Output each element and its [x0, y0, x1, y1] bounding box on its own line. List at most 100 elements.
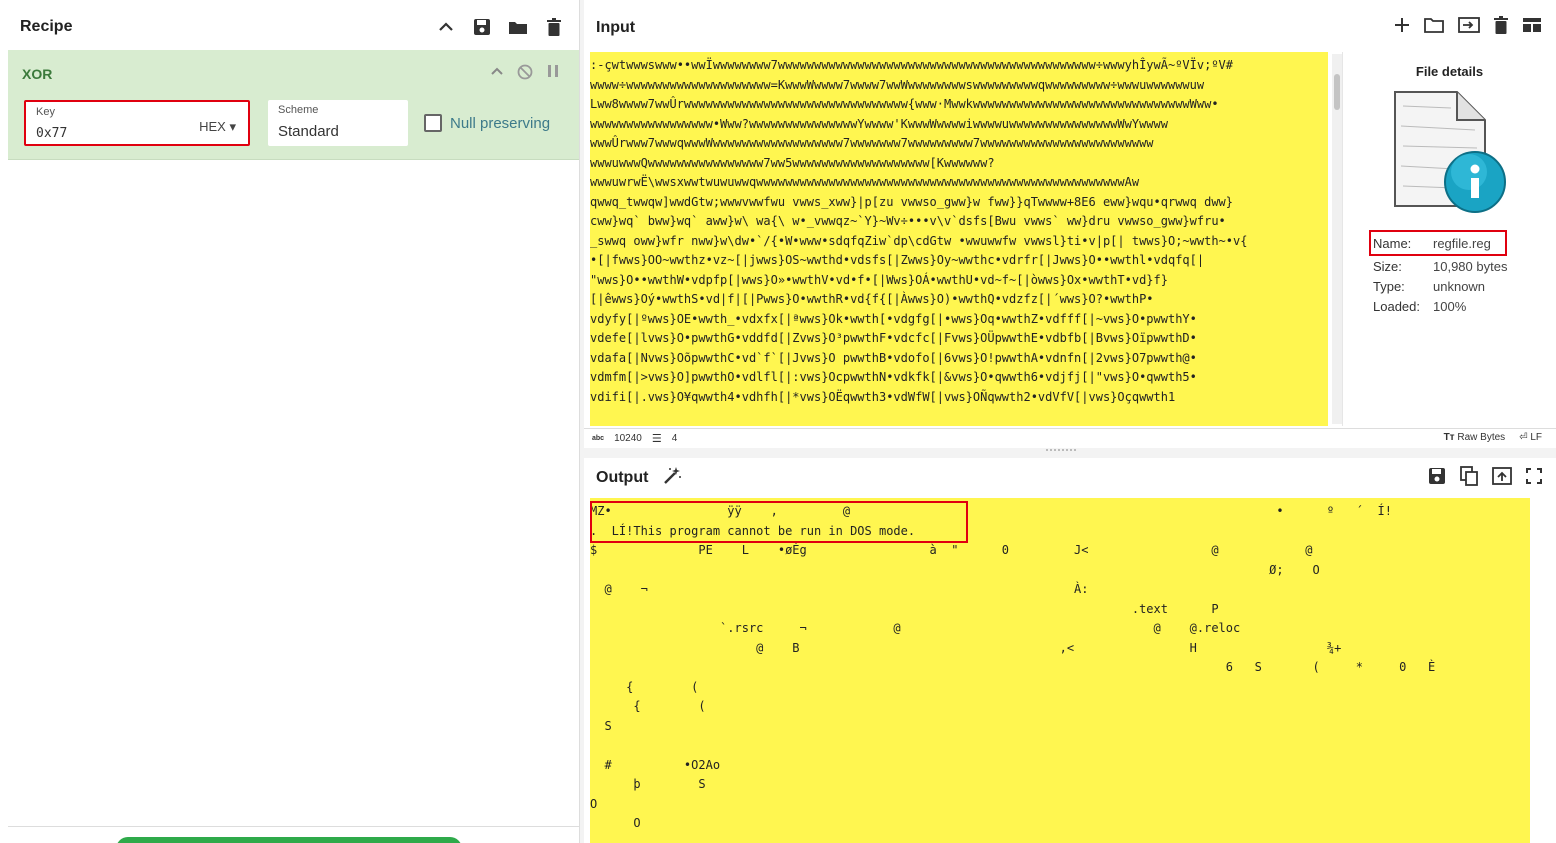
open-file-icon[interactable]: [1458, 17, 1480, 38]
input-status-bar: abc 10240 ☰ 4 Tт Raw Bytes ⏎ LF: [584, 428, 1556, 446]
eol-selector[interactable]: ⏎ LF: [1519, 432, 1542, 443]
xor-operation: XOR Key 0x77 HEX ▾ Scheme Standard Null …: [8, 50, 579, 160]
resize-grip[interactable]: [1046, 449, 1076, 451]
output-line: .text P: [590, 601, 1219, 616]
output-header: Output: [584, 458, 1556, 498]
open-folder-icon[interactable]: [1424, 17, 1444, 38]
save-output-icon[interactable]: [1428, 467, 1446, 490]
input-line: •[|fwws}OO~wwthz•vz~[|jwws}OS~wwthd•vdsf…: [590, 253, 1205, 267]
input-line: wwww÷wwwwwwwwwwwwwwwwwwww=KwwwWwwww7wwww…: [590, 77, 1205, 92]
file-loaded-row: Loaded: 100%: [1373, 296, 1507, 316]
loaded-label: Loaded:: [1373, 298, 1420, 314]
cyberchef-window: Recipe XOR Key 0x77 HEX ▾ Scheme Standar…: [0, 0, 1556, 843]
output-line: Ø; O: [590, 562, 1320, 577]
input-line: wwwÛrwww7wwwqwwwWwwwwwwwwwwwwwwwwww7wwww…: [590, 136, 1154, 150]
operation-collapse-icon[interactable]: [491, 64, 503, 85]
recipe-pane: Recipe XOR Key 0x77 HEX ▾ Scheme Standar…: [0, 0, 580, 843]
file-details-title: File details: [1415, 64, 1484, 79]
dos-header-highlight: [590, 501, 968, 543]
size-label: Size:: [1373, 258, 1402, 274]
output-line: @ B ,< H ¾+: [590, 640, 1342, 655]
recipe-footer: [8, 826, 579, 843]
input-line: Lww8wwww7wwÛrwwwwwwwwwwwwwwwwwwwwwwwwwww…: [590, 97, 1219, 111]
size-value: 10,980 bytes: [1433, 258, 1508, 274]
input-textarea[interactable]: :-çwtwwwswww••wwÏwwwwwwww7wwwwwwwwwwwwww…: [590, 52, 1328, 426]
key-label: Key: [36, 106, 55, 118]
key-format-dropdown[interactable]: HEX ▾: [199, 119, 236, 135]
file-details-table: Name: regfile.reg Size: 10,980 bytes Typ…: [1369, 230, 1508, 316]
input-title: Input: [596, 19, 636, 36]
scheme-field[interactable]: Scheme Standard: [268, 100, 408, 146]
output-line: { (: [590, 679, 699, 694]
magic-wand-icon[interactable]: [662, 466, 682, 491]
copy-output-icon[interactable]: [1460, 466, 1478, 491]
output-line: { (: [590, 699, 706, 713]
input-line: _swwq oww}wfr nww}w\dw•`/{•W•www•sdqfqZi…: [590, 233, 1248, 248]
scheme-label: Scheme: [278, 104, 319, 116]
input-line: vdmfm[|>vws}O]pwwthO•vdlfl[|:vws}Ocpwwth…: [590, 370, 1197, 384]
maximize-output-icon[interactable]: [1526, 468, 1542, 489]
output-line: @ ¬ À:: [590, 582, 1089, 596]
recipe-title: Recipe: [20, 18, 73, 35]
input-line: cww}wq` bww}wq` aww}w\ wa{\ w•_vwwqz~`Y}…: [590, 214, 1226, 228]
output-line: # •O2Ao: [590, 757, 721, 772]
eol-value: LF: [1530, 432, 1542, 443]
name-value: regfile.reg: [1433, 235, 1491, 251]
input-line: vdifi[|.vws}O¥qwwth4•vdhfh[|*vws}OËqwwth…: [590, 389, 1176, 404]
input-line: "wws}O••wwthW•vdpfp[|wws}O»•wwthV•vd•f•[…: [590, 272, 1168, 287]
load-recipe-folder-icon[interactable]: [507, 16, 529, 38]
output-pane: Output MZ• ÿÿ , @ • º ´ Í! . LÍ!This pro…: [584, 458, 1556, 843]
pause-breakpoint-icon[interactable]: [547, 64, 559, 85]
input-line: :-çwtwwwswww••wwÏwwwwwwww7wwwwwwwwwwwwww…: [590, 58, 1233, 72]
input-line: vdefe[|lvws}O•pwwthG•vddfd[|Zvws}O³pwwth…: [590, 331, 1197, 345]
input-line: wwwuwrwË\wwsxwwtwuwuwwqwwwwwwwwwwwwwwwww…: [590, 175, 1140, 189]
length-label-icon: abc: [592, 435, 605, 442]
output-line: O: [590, 796, 598, 811]
input-scrollbar-thumb[interactable]: [1334, 74, 1340, 110]
key-field[interactable]: Key 0x77 HEX ▾: [24, 100, 250, 146]
input-line: vdafa[|Nvws}OõpwwthC•vd`f`[|Jvws}O pwwth…: [590, 350, 1197, 365]
input-line: wwwwwwwwwwwwwwwww•Www?wwwwwwwwwwwwwwwYww…: [590, 116, 1168, 131]
output-line: 6 S ( * 0 È: [590, 660, 1436, 674]
recipe-header: Recipe: [8, 6, 579, 48]
input-scrollbar[interactable]: [1332, 54, 1342, 424]
caret-down-icon: ▾: [229, 119, 236, 134]
encoding-value: Raw Bytes: [1457, 432, 1506, 443]
replace-input-icon[interactable]: [1492, 467, 1512, 490]
input-line: wwwuwwwQwwwwwwwwwwwwwwww7ww5wwwwwwwwwwww…: [590, 155, 995, 170]
file-type-row: Type: unknown: [1373, 276, 1507, 296]
null-preserving-label: Null preserving: [450, 114, 551, 132]
file-name-row: Name: regfile.reg: [1369, 230, 1508, 256]
output-title: Output: [596, 469, 649, 486]
type-label: Type:: [1373, 278, 1405, 294]
null-preserving-checkbox[interactable]: [424, 114, 442, 132]
disable-operation-icon[interactable]: [517, 64, 533, 85]
output-line: $ PE L •øÉg à " 0 J< @ @: [590, 543, 1313, 557]
clear-input-trash-icon[interactable]: [1494, 16, 1508, 39]
scheme-select[interactable]: Standard: [278, 123, 339, 140]
add-tab-plus-icon[interactable]: [1394, 17, 1410, 38]
input-line: [|êwws}Oý•wwthS•vd|f|[|Pwws}O•wwthR•vd{f…: [590, 292, 1154, 306]
return-arrow-icon: ⏎: [1519, 432, 1528, 443]
name-label: Name:: [1373, 235, 1412, 251]
lines-icon: ☰: [651, 433, 662, 445]
input-length: 10240: [614, 433, 642, 444]
null-preserving-option[interactable]: Null preserving: [424, 114, 550, 132]
collapse-chevron-up-icon[interactable]: [435, 16, 457, 38]
file-info-icon: [1385, 86, 1511, 216]
encoding-selector[interactable]: Tт Raw Bytes: [1444, 432, 1506, 443]
clear-recipe-trash-icon[interactable]: [543, 16, 565, 38]
operation-name: XOR: [22, 66, 53, 82]
input-lines: 4: [671, 433, 678, 444]
file-details-panel: File details Name: regfile.reg Size: 10,…: [1342, 52, 1556, 426]
input-line: qwwq_twwqw]wwdGtw;wwwvwwfwu vwws_xww}|p[…: [590, 194, 1233, 209]
save-recipe-icon[interactable]: [471, 16, 493, 38]
bake-button[interactable]: [116, 837, 462, 843]
output-line: þ S: [590, 777, 706, 791]
input-pane: Input :-çwtwwwswww••wwÏwwwwwwww7wwwwwwww…: [584, 0, 1556, 448]
key-input[interactable]: 0x77: [36, 126, 67, 141]
output-line: S: [590, 718, 612, 733]
reset-layout-icon[interactable]: [1522, 17, 1542, 38]
output-textarea[interactable]: MZ• ÿÿ , @ • º ´ Í!. LÍ!This program can…: [590, 498, 1530, 843]
